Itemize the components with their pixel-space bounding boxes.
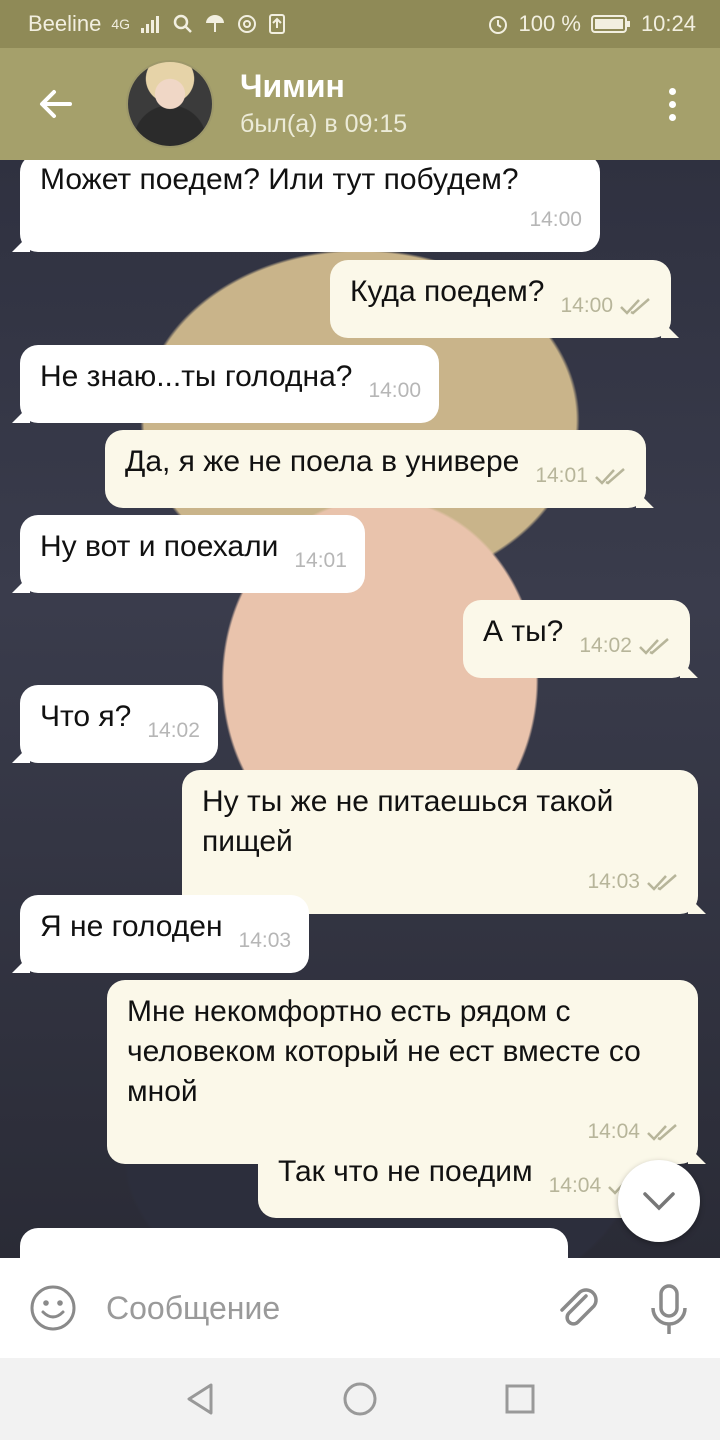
message-time: 14:01 [294, 549, 347, 572]
circle-home-icon [343, 1382, 377, 1416]
message-input[interactable] [104, 1288, 528, 1328]
double-check-icon [595, 468, 625, 485]
battery-percent: 100 % [518, 11, 581, 36]
paperclip-icon[interactable] [552, 1282, 602, 1332]
smiley-icon[interactable] [28, 1283, 78, 1333]
arrow-left-icon [40, 90, 72, 118]
message-incoming[interactable]: Что я? 14:02 [20, 685, 218, 763]
scroll-down-button[interactable] [618, 1160, 700, 1242]
message-text: Мне некомфортно есть рядом с человеком к… [127, 995, 641, 1108]
message-time: 14:01 [535, 464, 588, 487]
last-seen-status: был(а) в 09:15 [240, 110, 408, 138]
nav-home-button[interactable] [340, 1379, 380, 1419]
carrier-label: Beeline [28, 11, 102, 36]
message-incoming[interactable]: Может поедем? Или тут побудем? 14:00 [20, 160, 600, 252]
message-text: Куда поедем? [350, 275, 545, 308]
square-recents-icon [505, 1384, 535, 1414]
message-time: 14:03 [238, 929, 292, 952]
more-options-button[interactable] [652, 84, 692, 124]
battery-icon [590, 15, 630, 33]
message-outgoing[interactable]: А ты? 14:02 [463, 600, 690, 678]
double-check-icon [639, 638, 669, 655]
message-incoming[interactable]: Я не голоден 14:03 [20, 895, 310, 973]
message-outgoing[interactable]: Куда поедем? 14:00 [330, 260, 672, 338]
chat-header: Чимин был(а) в 09:15 [0, 48, 720, 160]
at-icon [238, 15, 257, 33]
double-check-icon [647, 1124, 677, 1141]
nav-recents-button[interactable] [500, 1379, 540, 1419]
message-time: 14:02 [147, 719, 200, 742]
alarm-icon [488, 16, 507, 34]
message-text: Может поедем? Или тут побудем? [40, 163, 519, 196]
chevron-down-icon [643, 1192, 675, 1211]
double-check-icon [647, 874, 677, 891]
message-outgoing[interactable]: Ну ты же не питаешься такой пищей 14:03 [182, 770, 698, 914]
triangle-back-icon [187, 1383, 213, 1415]
message-incoming-partial[interactable] [20, 1228, 568, 1258]
contact-info[interactable]: Чимин был(а) в 09:15 [240, 66, 407, 142]
message-text: Что я? [40, 700, 132, 733]
search-icon [173, 14, 192, 33]
chat-area[interactable]: Может поедем? Или тут побудем? 14:00 Куд… [0, 160, 720, 1258]
message-incoming[interactable]: Не знаю...ты голодна? 14:00 [20, 345, 440, 423]
message-time: 14:00 [529, 208, 582, 231]
message-text: Ну вот и поехали [40, 530, 279, 563]
message-time: 14:00 [560, 294, 614, 317]
message-input-bar [0, 1258, 720, 1358]
message-outgoing[interactable]: Да, я же не поела в универе 14:01 [105, 430, 646, 508]
upload-icon [269, 14, 286, 34]
double-check-icon [620, 298, 650, 315]
message-time: 14:03 [587, 870, 640, 893]
message-time: 14:02 [579, 634, 632, 657]
message-text: Я не голоден [40, 910, 223, 943]
contact-name: Чимин [240, 68, 345, 104]
clock: 10:24 [640, 11, 696, 36]
more-vertical-icon-dot [668, 87, 676, 95]
microphone-icon[interactable] [644, 1282, 694, 1338]
umbrella-icon [206, 15, 225, 32]
message-time: 14:04 [548, 1174, 602, 1197]
message-text: Ну ты же не питаешься такой пищей [202, 785, 614, 858]
more-vertical-icon-dot [668, 100, 676, 108]
signal-icon [141, 16, 160, 33]
network-type-label: 4G [111, 16, 131, 32]
message-text: Так что не поедим [278, 1155, 533, 1188]
more-vertical-icon-dot [668, 113, 676, 121]
message-text: Не знаю...ты голодна? [40, 360, 353, 393]
message-outgoing[interactable]: Так что не поедим 14:04 [258, 1140, 660, 1218]
message-outgoing[interactable]: Мне некомфортно есть рядом с человеком к… [107, 980, 698, 1164]
system-nav-bar [0, 1358, 720, 1440]
back-button[interactable] [26, 74, 86, 134]
message-time: 14:00 [368, 379, 422, 402]
avatar[interactable] [126, 60, 214, 148]
status-bar: Beeline 4G 100 % 10:24 [0, 0, 720, 48]
message-text: Да, я же не поела в универе [125, 445, 520, 478]
message-incoming[interactable]: Ну вот и поехали 14:01 [20, 515, 365, 593]
message-text: А ты? [483, 615, 564, 648]
nav-back-button[interactable] [180, 1379, 220, 1419]
